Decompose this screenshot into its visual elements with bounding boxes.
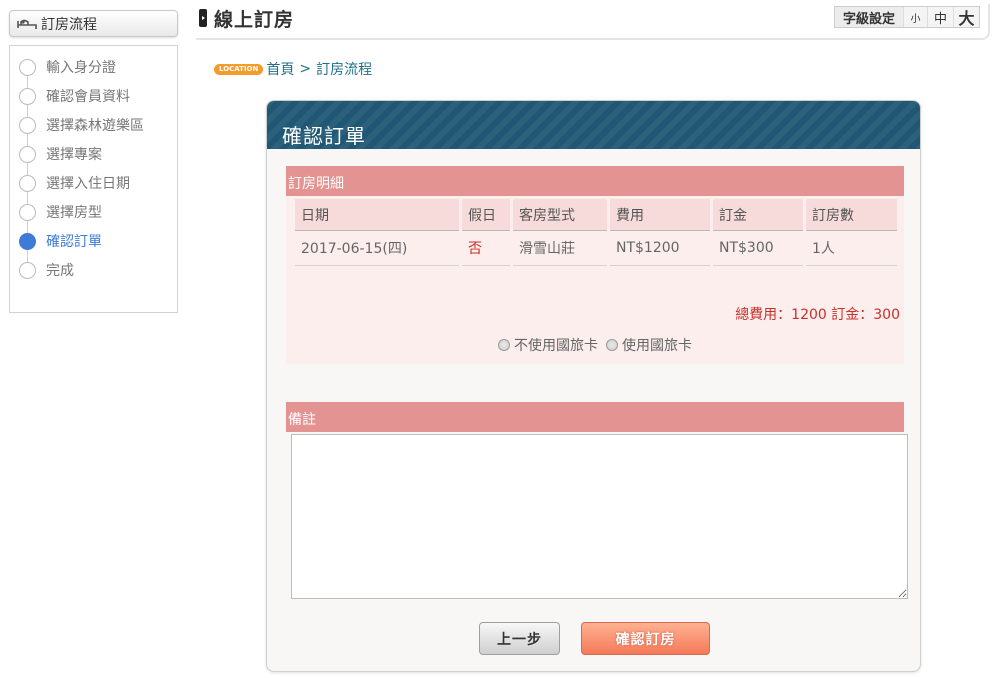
back-button[interactable]: 上一步 [479,622,560,655]
confirm-booking-button[interactable]: 確認訂房 [581,622,710,655]
cell-date: 2017-06-15(四) [295,231,459,266]
step-dot-icon [19,58,36,76]
column-header-holiday: 假日 [462,199,510,231]
no-travel-card-radio[interactable]: 不使用國旅卡 [498,335,598,355]
font-size-large-button[interactable]: 大 [953,7,979,28]
step-label: 選擇入住日期 [46,176,130,192]
detail-section: 日期 假日 客房型式 費用 訂金 訂房數 2017-06-15(四) 否 滑雪山… [286,196,904,364]
progress-steps: 輸入身分證 確認會員資料 選擇森林遊樂區 選擇專案 選擇入住日期 選擇房型 確認… [9,45,178,313]
breadcrumb-current: 訂房流程 [316,62,373,78]
step-dot-icon [19,203,36,221]
column-header-deposit: 訂金 [713,199,803,231]
page-title: 線上訂房 [214,9,295,31]
location-badge: LOCATION [214,63,264,75]
sidebar-title-text: 訂房流程 [41,16,97,33]
step-dot-icon [19,116,36,134]
radio-label: 不使用國旅卡 [514,338,598,354]
step-dot-icon [19,87,36,105]
step-dot-icon [19,145,36,163]
travel-card-options: 不使用國旅卡 使用國旅卡 [286,335,904,355]
cell-deposit: NT$300 [713,231,803,266]
step-confirm-order[interactable]: 確認訂單 [19,230,169,252]
font-size-small-button[interactable]: 小 [903,7,927,27]
detail-section-title: 訂房明細 [286,166,904,196]
column-header-room-count: 訂房數 [806,199,897,231]
step-select-plan[interactable]: 選擇專案 [19,143,169,165]
step-select-forest-area[interactable]: 選擇森林遊樂區 [19,114,169,136]
radio-circle-icon [606,339,618,351]
step-complete[interactable]: 完成 [19,259,169,281]
step-label: 完成 [46,263,74,279]
remark-section-title: 備註 [286,402,904,432]
cell-room-count: 1人 [806,231,897,266]
column-header-room-type: 客房型式 [513,199,607,231]
cell-fee: NT$1200 [610,231,710,266]
step-select-date[interactable]: 選擇入住日期 [19,172,169,194]
font-size-label: 字級設定 [834,7,903,27]
radio-circle-icon [498,339,510,351]
column-header-date: 日期 [295,199,459,231]
remark-textarea[interactable] [291,434,908,599]
breadcrumb-separator: > [299,61,312,77]
panel-title: 確認訂單 [267,101,920,149]
step-label: 選擇房型 [46,205,102,221]
total-summary: 總費用：1200 訂金：300 [735,307,900,323]
step-confirm-member[interactable]: 確認會員資料 [19,85,169,107]
order-confirm-panel: 確認訂單 訂房明細 日期 假日 客房型式 費用 訂金 訂房數 2017-06-1… [266,100,921,672]
step-select-room-type[interactable]: 選擇房型 [19,201,169,223]
step-dot-active-icon [19,232,36,250]
step-label: 選擇森林遊樂區 [46,118,144,134]
column-header-fee: 費用 [610,199,710,231]
font-size-medium-button[interactable]: 中 [927,7,953,27]
step-label: 選擇專案 [46,147,102,163]
sidebar-title: 訂房流程 [9,10,178,37]
step-dot-icon [19,261,36,279]
step-dot-icon [19,174,36,192]
step-label: 輸入身分證 [46,60,116,76]
step-label: 確認訂單 [46,234,102,250]
breadcrumb: LOCATION 首頁 > 訂房流程 [214,59,372,79]
step-label: 確認會員資料 [46,89,130,105]
radio-label: 使用國旅卡 [622,338,692,354]
page-header: 線上訂房 字級設定 小 中 大 [196,4,990,40]
table-header-row: 日期 假日 客房型式 費用 訂金 訂房數 [295,199,897,231]
header-marker-icon [199,9,207,27]
use-travel-card-radio[interactable]: 使用國旅卡 [606,335,692,355]
bed-icon [17,19,37,29]
font-size-setting: 字級設定 小 中 大 [833,6,980,28]
breadcrumb-home-link[interactable]: 首頁 [266,59,294,79]
cell-holiday: 否 [462,231,510,266]
cell-room-type: 滑雪山莊 [513,231,607,266]
step-enter-id[interactable]: 輸入身分證 [19,56,169,78]
booking-table: 日期 假日 客房型式 費用 訂金 訂房數 2017-06-15(四) 否 滑雪山… [292,199,900,266]
table-row: 2017-06-15(四) 否 滑雪山莊 NT$1200 NT$300 1人 [295,231,897,266]
